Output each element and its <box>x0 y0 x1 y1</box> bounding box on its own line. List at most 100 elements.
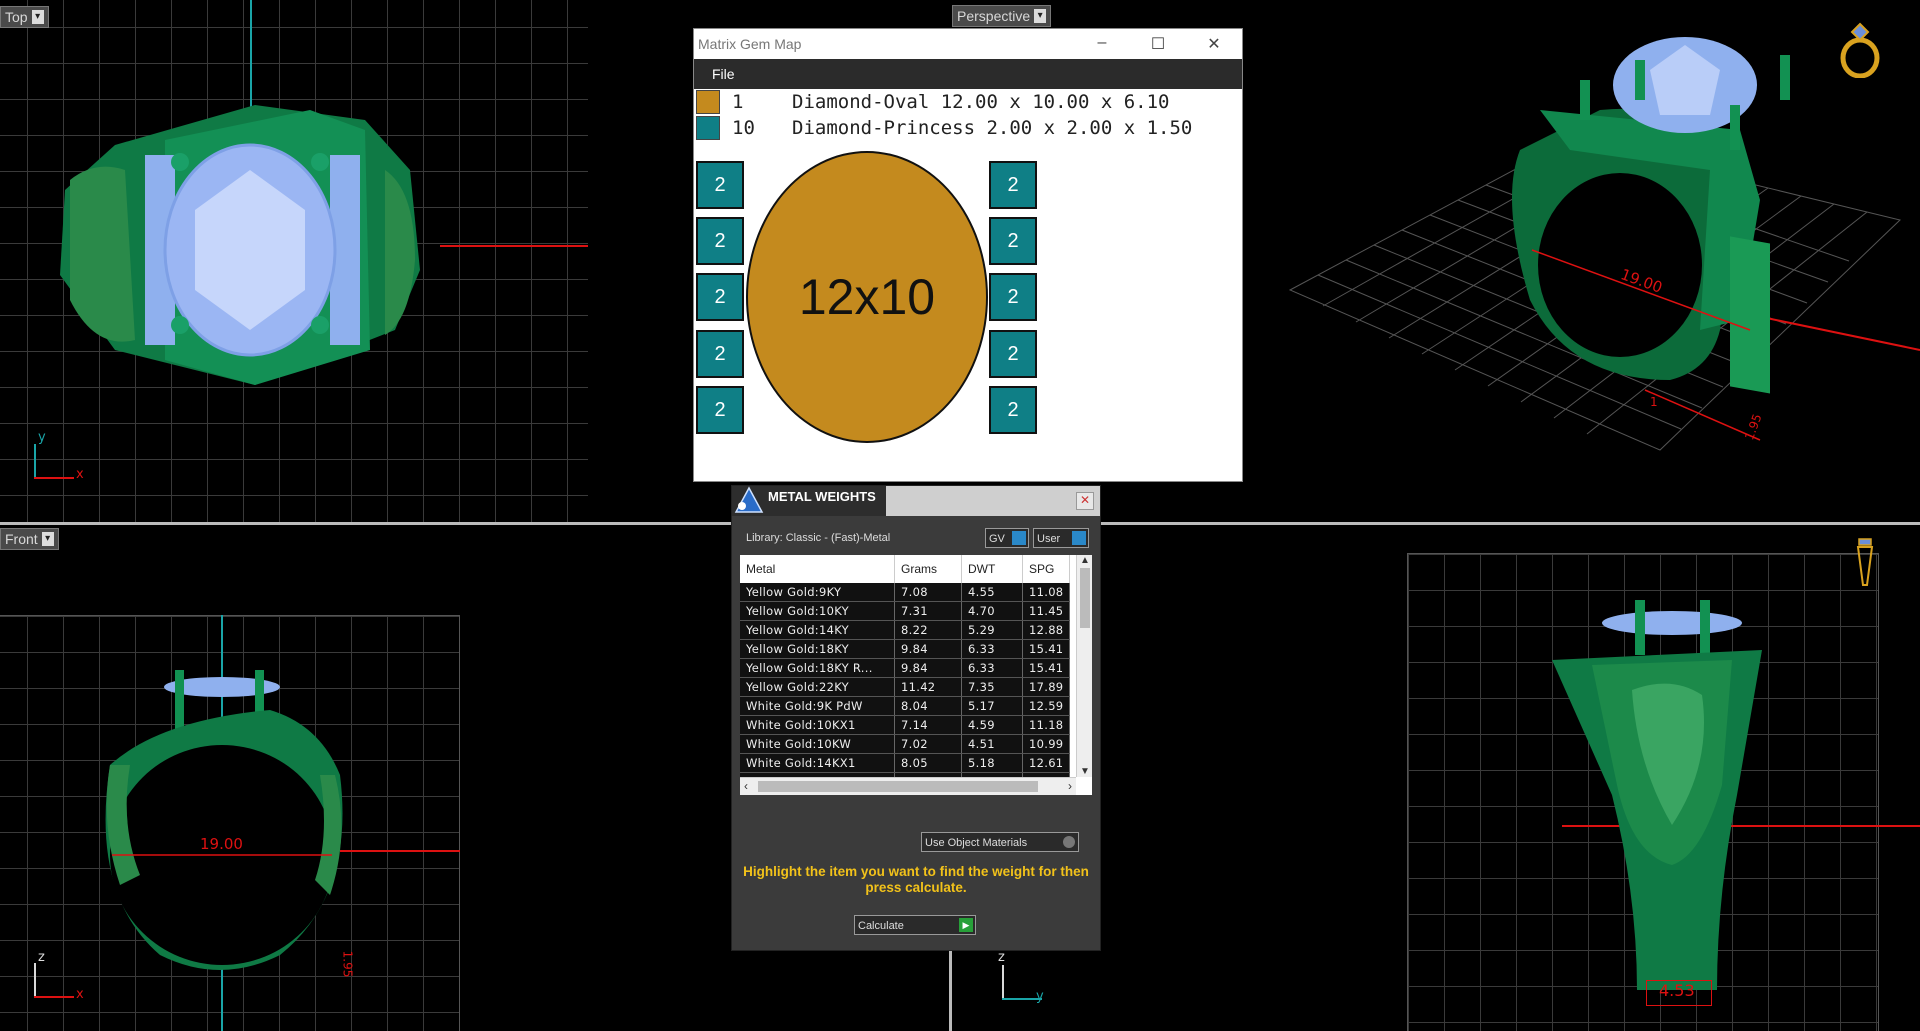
ring-icon[interactable] <box>1836 20 1884 78</box>
perspective-grid <box>1288 37 1920 451</box>
top-axis-x-line <box>440 245 588 247</box>
princess-gem-tile[interactable]: 2 <box>989 330 1037 378</box>
perspective-viewport[interactable]: 19.00 1 1.95 <box>1240 0 1920 522</box>
oval-gem-label: 12x10 <box>798 269 936 325</box>
princess-gem-tile[interactable]: 2 <box>989 273 1037 321</box>
use-object-materials-toggle[interactable]: Use Object Materials <box>921 832 1079 852</box>
table-row[interactable]: White Gold:10KX1 7.14 4.59 11.18 <box>740 715 1071 735</box>
metal-table-body: Yellow Gold:9KY 7.08 4.55 11.08 Yellow Gold:… <box>740 583 1071 792</box>
table-row[interactable]: Yellow Gold:9KY 7.08 4.55 11.08 <box>740 583 1071 602</box>
chevron-down-icon[interactable]: ▼ <box>1077 766 1092 777</box>
close-button[interactable]: ✕ <box>1186 34 1242 54</box>
table-row[interactable]: White Gold:9K PdW 8.04 5.17 12.59 <box>740 696 1071 716</box>
scrollbar-thumb[interactable] <box>1080 568 1090 628</box>
legend-row-princess[interactable]: 10 Diamond-Princess 2.00 x 2.00 x 1.50 <box>694 115 1192 141</box>
right-dim-label: 4.53 <box>1659 981 1695 1000</box>
chevron-down-icon[interactable]: ▾ <box>41 532 54 546</box>
table-row[interactable]: Yellow Gold:10KY 7.31 4.70 11.45 <box>740 601 1071 621</box>
metal-cell: White Gold:14KX1 <box>740 753 895 773</box>
metal-weights-title: METAL WEIGHTS <box>768 489 876 504</box>
princess-gem-tile[interactable]: 2 <box>696 273 744 321</box>
table-row[interactable]: Yellow Gold:18KY R... 9.84 6.33 15.41 <box>740 658 1071 678</box>
oval-color-swatch <box>696 90 720 114</box>
chevron-down-icon[interactable]: ▾ <box>1034 9 1047 23</box>
column-header-grams[interactable]: Grams <box>894 555 962 583</box>
gem-map-titlebar[interactable]: Matrix Gem Map – ☐ ✕ <box>694 29 1242 59</box>
dwt-cell: 7.35 <box>961 677 1023 697</box>
spg-cell: 11.45 <box>1022 601 1071 621</box>
legend-row-oval[interactable]: 1 Diamond-Oval 12.00 x 10.00 x 6.10 <box>694 89 1170 115</box>
library-label: Library: Classic - (Fast)-Metal <box>746 532 891 544</box>
column-header-dwt[interactable]: DWT <box>961 555 1023 583</box>
ring-front-view <box>105 670 343 970</box>
calculate-button[interactable]: Calculate ▶ <box>854 915 976 935</box>
gem-map-window[interactable]: Matrix Gem Map – ☐ ✕ File 1 Diamond-Oval… <box>693 28 1243 482</box>
close-button[interactable]: ✕ <box>1076 492 1094 510</box>
vertical-scrollbar[interactable]: ▲ ▼ <box>1076 555 1092 777</box>
top-viewport[interactable]: y x <box>0 0 588 522</box>
metal-cell: White Gold:10KX1 <box>740 715 895 735</box>
princess-gem-tile[interactable]: 2 <box>696 217 744 265</box>
princess-gem-tile[interactable]: 2 <box>989 217 1037 265</box>
right-gizmo-z <box>1002 965 1004 999</box>
top-axis-label-x: x <box>76 467 84 482</box>
table-row[interactable]: Yellow Gold:18KY 9.84 6.33 15.41 <box>740 639 1071 659</box>
minimize-button[interactable]: – <box>1074 34 1130 54</box>
table-row[interactable]: White Gold:10KW 7.02 4.51 10.99 <box>740 734 1071 754</box>
instruction-message: Highlight the item you want to find the … <box>743 864 1089 895</box>
pendant-icon[interactable] <box>1854 537 1876 589</box>
princess-gem-tile[interactable]: 2 <box>989 161 1037 209</box>
front-dim-label: 19.00 <box>200 835 243 853</box>
princess-gem-tile[interactable]: 2 <box>696 161 744 209</box>
perspective-viewport-menu[interactable]: Perspective ▾ <box>952 5 1052 27</box>
grams-cell: 9.84 <box>894 639 962 659</box>
spg-cell: 15.41 <box>1022 639 1071 659</box>
table-row[interactable]: Yellow Gold:14KY 8.22 5.29 12.88 <box>740 620 1071 640</box>
chevron-left-icon[interactable]: ‹ <box>744 779 748 793</box>
table-row[interactable]: White Gold:14KX1 8.05 5.18 12.61 <box>740 753 1071 773</box>
front-dim-label-2: 1.95 <box>340 950 355 978</box>
spg-cell: 11.18 <box>1022 715 1071 735</box>
front-axis-label-z: z <box>38 950 45 965</box>
horizontal-scrollbar[interactable]: ‹ › <box>740 777 1076 795</box>
dwt-cell: 4.55 <box>961 583 1023 602</box>
right-axis-label-z: z <box>998 950 1005 965</box>
chevron-down-icon[interactable]: ▾ <box>31 10 44 24</box>
toggle-indicator <box>1063 836 1075 848</box>
table-row[interactable]: Yellow Gold:22KY 11.42 7.35 17.89 <box>740 677 1071 697</box>
metal-weights-titlebar[interactable]: METAL WEIGHTS ✕ <box>732 486 1100 516</box>
metal-cell: Yellow Gold:18KY R... <box>740 658 895 678</box>
maximize-button[interactable]: ☐ <box>1130 34 1186 54</box>
scrollbar-thumb[interactable] <box>758 781 1038 792</box>
column-header-metal[interactable]: Metal <box>740 555 895 583</box>
grams-cell: 11.42 <box>894 677 962 697</box>
front-viewport-label: Front <box>5 531 38 547</box>
ring-side-view <box>1552 600 1762 990</box>
grams-cell: 7.14 <box>894 715 962 735</box>
chevron-up-icon[interactable]: ▲ <box>1077 555 1092 566</box>
menu-file[interactable]: File <box>712 66 735 82</box>
gv-button[interactable]: GV <box>985 528 1029 548</box>
column-header-spg[interactable]: SPG <box>1022 555 1071 583</box>
princess-gem-tile[interactable]: 2 <box>989 386 1037 434</box>
dwt-cell: 6.33 <box>961 658 1023 678</box>
metal-weights-icon <box>734 486 764 513</box>
princess-gem-tile[interactable]: 2 <box>696 386 744 434</box>
oval-gem-shape[interactable]: 12x10 <box>746 151 988 443</box>
princess-gem-tile[interactable]: 2 <box>696 330 744 378</box>
dwt-cell: 5.18 <box>961 753 1023 773</box>
metal-table[interactable]: Metal Grams DWT SPG Yellow Gold:9KY 7.08 4… <box>740 555 1092 795</box>
chevron-right-icon[interactable]: › <box>1068 779 1072 793</box>
front-viewport-menu[interactable]: Front ▾ <box>0 528 59 550</box>
dwt-cell: 4.59 <box>961 715 1023 735</box>
metal-cell: White Gold:9K PdW <box>740 696 895 716</box>
top-viewport-label: Top <box>5 9 28 25</box>
dwt-cell: 6.33 <box>961 639 1023 659</box>
metal-weights-window[interactable]: METAL WEIGHTS ✕ Library: Classic - (Fast… <box>731 485 1101 951</box>
grams-cell: 8.05 <box>894 753 962 773</box>
top-viewport-menu[interactable]: Top ▾ <box>0 6 49 28</box>
metal-cell: White Gold:10KW <box>740 734 895 754</box>
user-button[interactable]: User <box>1033 528 1089 548</box>
legend-count: 1 <box>732 91 744 113</box>
gem-map-menubar: File <box>694 59 1242 89</box>
